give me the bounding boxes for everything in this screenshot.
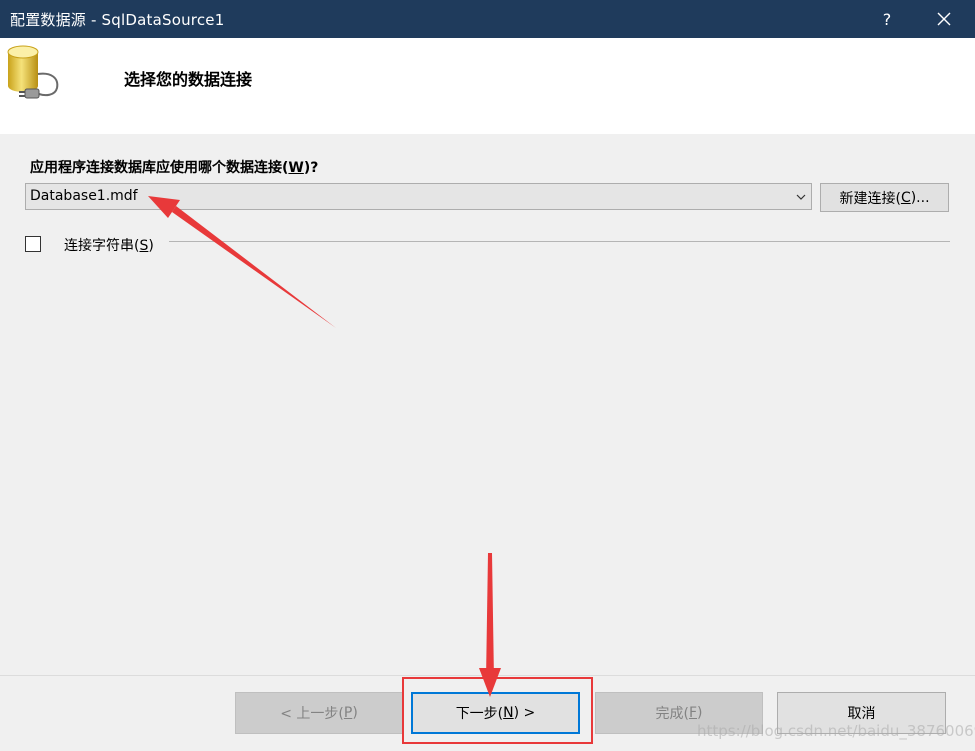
chevron-down-icon — [796, 194, 806, 200]
new-connection-button[interactable]: 新建连接(C)... — [820, 183, 949, 212]
close-button[interactable] — [922, 0, 966, 38]
title-bar[interactable]: 配置数据源 - SqlDataSource1 ? — [0, 0, 975, 38]
connection-dropdown[interactable]: Database1.mdf — [25, 183, 812, 210]
next-button[interactable]: 下一步(N) > — [411, 692, 580, 734]
access-key: W — [288, 160, 304, 176]
group-separator — [169, 241, 950, 242]
wizard-step-title: 选择您的数据连接 — [124, 70, 253, 89]
help-icon: ? — [882, 9, 892, 29]
footer-divider — [0, 675, 975, 676]
connection-question-label: 应用程序连接数据库应使用哪个数据连接(W)? — [30, 160, 319, 176]
watermark: https://blog.csdn.net/baidu_38760069 — [697, 722, 975, 740]
wizard-header: 选择您的数据连接 — [0, 38, 975, 134]
annotation-arrow-next — [486, 553, 494, 680]
database-plug-icon — [7, 45, 59, 99]
connection-string-label[interactable]: 连接字符串(S) — [64, 235, 154, 255]
window-title: 配置数据源 - SqlDataSource1 — [10, 11, 225, 29]
back-button[interactable]: < 上一步(P) — [235, 692, 403, 734]
connection-string-checkbox[interactable] — [25, 236, 41, 252]
help-button[interactable]: ? — [872, 0, 902, 38]
annotation-arrow-dropdown — [172, 206, 336, 328]
configure-datasource-dialog: 配置数据源 - SqlDataSource1 ? 选择您的数据连接 应用程序连接… — [0, 0, 975, 751]
connection-dropdown-value: Database1.mdf — [30, 188, 138, 204]
close-icon — [937, 12, 951, 26]
